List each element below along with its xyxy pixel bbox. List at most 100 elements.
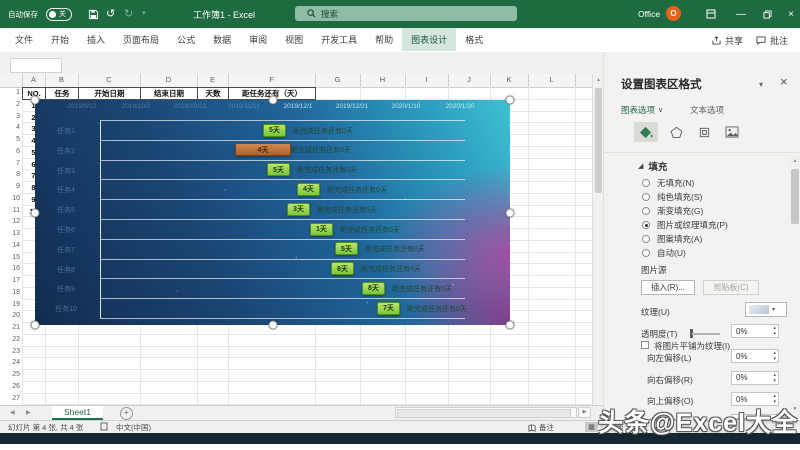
autosave-toggle[interactable]: 关: [46, 0, 72, 28]
row-header-1[interactable]: 1: [0, 89, 20, 96]
sheet-tab-active[interactable]: Sheet1: [52, 406, 103, 420]
chart-selection-handle[interactable]: [505, 208, 515, 217]
view-mode-button[interactable]: ▦: [585, 422, 598, 432]
restore-button[interactable]: [758, 0, 776, 28]
radio-icon[interactable]: [642, 179, 650, 187]
cell-header-天数[interactable]: 天数: [197, 87, 229, 100]
column-header-J[interactable]: J: [448, 75, 490, 84]
radio-icon[interactable]: [642, 221, 650, 229]
chart-selection-handle[interactable]: [505, 320, 515, 330]
row-header-15[interactable]: 15: [0, 254, 20, 261]
transparency-value-spinner[interactable]: 0% ▲ ▼: [731, 324, 779, 338]
transparency-slider[interactable]: [692, 333, 720, 335]
bar-label-9[interactable]: 8天: [362, 281, 385, 295]
bar-label-3[interactable]: 5天: [267, 163, 290, 177]
offset-spinner-1[interactable]: 0% ▲ ▼: [731, 349, 779, 363]
chart-selection-handle[interactable]: [268, 320, 277, 330]
gantt-chart[interactable]: 2019/9/12 2019/10/2 2019/10/22 2019/11/11 20…: [30, 95, 515, 330]
column-header-G[interactable]: G: [315, 75, 360, 84]
row-header-21[interactable]: 21: [0, 324, 20, 331]
ribbon-tab-数据[interactable]: 数据: [204, 28, 240, 51]
column-header-H[interactable]: H: [360, 75, 405, 84]
undo-icon[interactable]: ↺: [106, 0, 115, 28]
effects-icon[interactable]: [664, 122, 688, 142]
radio-icon[interactable]: [642, 235, 650, 243]
fill-option-纯色填充(S)[interactable]: 纯色填充(S): [642, 191, 702, 203]
size-properties-icon[interactable]: [692, 122, 716, 142]
avatar[interactable]: O: [666, 6, 681, 21]
row-header-12[interactable]: 12: [0, 218, 20, 225]
column-header-A[interactable]: A: [22, 75, 45, 84]
sheet-nav-right-icon[interactable]: ▶: [26, 409, 31, 416]
fill-option-图案填充(A)[interactable]: 图案填充(A): [642, 233, 702, 245]
row-header-24[interactable]: 24: [0, 359, 20, 366]
row-header-14[interactable]: 14: [0, 242, 20, 249]
ribbon-tab-插入[interactable]: 插入: [78, 28, 114, 51]
row-header-6[interactable]: 6: [0, 148, 20, 155]
column-header-F[interactable]: F: [228, 75, 315, 84]
horizontal-scroll-thumb[interactable]: [397, 409, 571, 418]
tab-text-options[interactable]: 文本选项: [690, 104, 724, 116]
cell-header-任务[interactable]: 任务: [45, 87, 79, 100]
bar-label-5[interactable]: 3天: [287, 202, 310, 216]
bar-label-4[interactable]: 4天: [297, 182, 320, 196]
fill-option-渐变填充(G)[interactable]: 渐变填充(G): [642, 205, 703, 217]
row-header-5[interactable]: 5: [0, 136, 20, 143]
row-header-19[interactable]: 19: [0, 301, 20, 308]
add-sheet-icon[interactable]: +: [120, 407, 133, 420]
insert-picture-button[interactable]: 插入(R)...: [641, 280, 695, 295]
row-header-27[interactable]: 27: [0, 395, 20, 402]
language-indicator[interactable]: 中文(中国): [116, 422, 151, 433]
pane-close-icon[interactable]: ×: [780, 74, 788, 89]
spin-down-icon[interactable]: ▼: [773, 378, 777, 384]
ribbon-tab-文件[interactable]: 文件: [6, 28, 42, 51]
minimize-button[interactable]: —: [732, 0, 750, 28]
ribbon-tab-帮助[interactable]: 帮助: [366, 28, 402, 51]
chart-selection-handle[interactable]: [268, 95, 277, 105]
save-icon[interactable]: [88, 0, 99, 28]
column-header-E[interactable]: E: [197, 75, 228, 84]
row-header-2[interactable]: 2: [0, 101, 20, 108]
quick-access-more-icon[interactable]: ▾: [142, 0, 146, 28]
clipboard-button[interactable]: 剪贴板(C): [703, 280, 759, 295]
column-header-L[interactable]: L: [528, 75, 575, 84]
pane-scrollbar[interactable]: ▲ ▼: [790, 156, 800, 416]
accessibility-icon[interactable]: [100, 422, 108, 431]
close-button[interactable]: ×: [782, 0, 800, 28]
column-header-D[interactable]: D: [140, 75, 197, 84]
row-header-20[interactable]: 20: [0, 312, 20, 319]
fill-option-图片或纹理填充(P)[interactable]: 图片或纹理填充(P): [642, 219, 728, 231]
fill-section-header[interactable]: ◢ 填充: [638, 159, 667, 173]
name-box[interactable]: [10, 58, 62, 73]
row-header-3[interactable]: 3: [0, 113, 20, 120]
fill-option-无填充(N)[interactable]: 无填充(N): [642, 177, 694, 189]
bar-label-8[interactable]: 8天: [331, 262, 354, 276]
row-header-23[interactable]: 23: [0, 348, 20, 355]
picture-icon[interactable]: [720, 122, 744, 142]
row-header-22[interactable]: 22: [0, 336, 20, 343]
ribbon-tab-页面布局[interactable]: 页面布局: [114, 28, 168, 51]
row-header-13[interactable]: 13: [0, 230, 20, 237]
texture-dropdown[interactable]: ▾: [745, 302, 787, 317]
ribbon-display-options-icon[interactable]: [702, 0, 720, 28]
chart-selection-handle[interactable]: [30, 95, 40, 105]
column-header-K[interactable]: K: [490, 75, 528, 84]
redo-icon[interactable]: ↻: [124, 0, 133, 28]
cell-header-结束日期[interactable]: 结束日期: [140, 87, 198, 100]
spin-down-icon[interactable]: ▼: [773, 356, 777, 362]
scroll-right-icon[interactable]: ▶: [578, 407, 591, 418]
row-header-7[interactable]: 7: [0, 160, 20, 167]
chart-selection-handle[interactable]: [30, 320, 40, 330]
ribbon-tab-公式[interactable]: 公式: [168, 28, 204, 51]
pane-menu-icon[interactable]: ▾: [759, 80, 763, 89]
ribbon-tab-开发工具[interactable]: 开发工具: [312, 28, 366, 51]
column-header-I[interactable]: I: [405, 75, 448, 84]
bar-label-1[interactable]: 5天: [263, 123, 286, 137]
tab-chart-options[interactable]: 图表选项 ∨: [621, 104, 663, 116]
column-header-M[interactable]: M: [575, 75, 592, 84]
spin-down-icon[interactable]: ▼: [773, 331, 777, 337]
row-header-16[interactable]: 16: [0, 265, 20, 272]
bar-label-2[interactable]: 4天: [235, 143, 291, 157]
fill-option-自动(U)[interactable]: 自动(U): [642, 247, 686, 259]
offset-spinner-2[interactable]: 0% ▲ ▼: [731, 370, 779, 385]
